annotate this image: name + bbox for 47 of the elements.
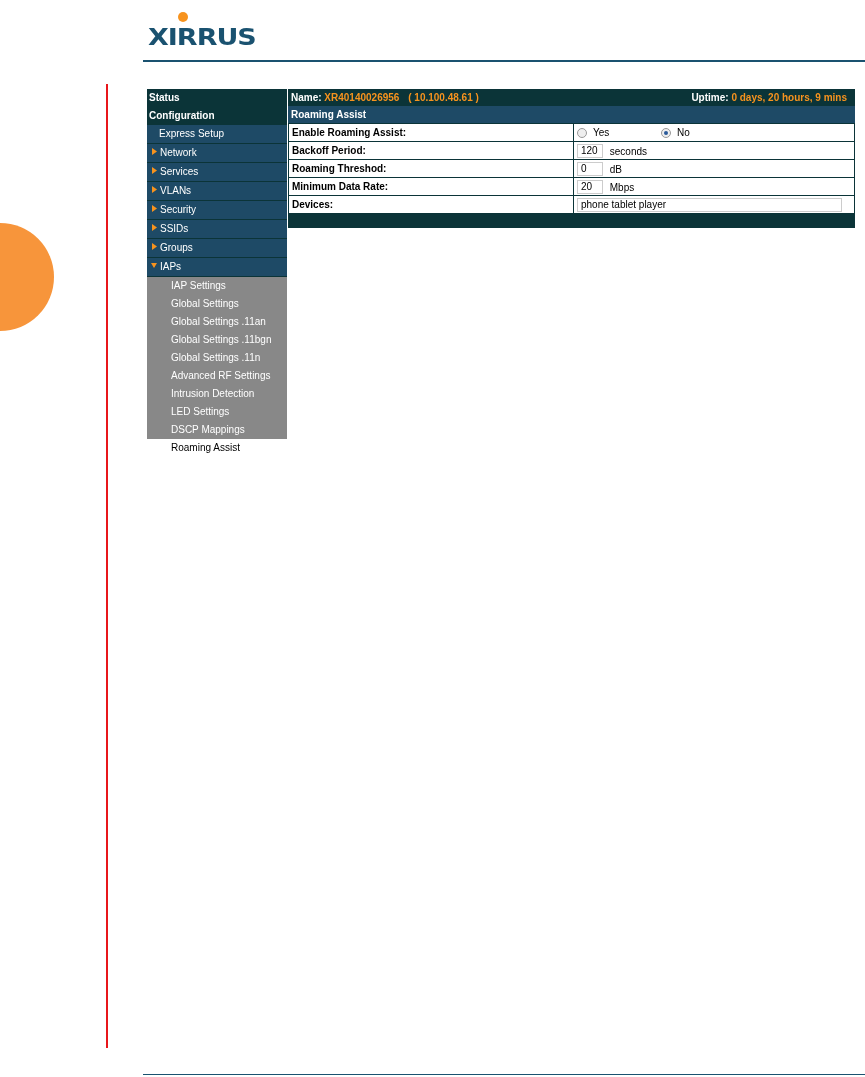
field-label: Roaming Threshod:	[288, 159, 574, 178]
logo-dot-icon	[178, 12, 188, 22]
caret-icon	[151, 185, 157, 193]
sidebar-item[interactable]: Intrusion Detection	[147, 385, 287, 403]
field-label: Minimum Data Rate:	[288, 177, 574, 196]
input-field[interactable]: 20	[577, 179, 603, 194]
sidebar-item[interactable]: Global Settings .11bgn	[147, 331, 287, 349]
caret-icon	[151, 204, 157, 212]
sidebar-item[interactable]: Global Settings	[147, 295, 287, 313]
section-title: Roaming Assist	[288, 106, 855, 123]
radio-label: No	[677, 127, 690, 138]
caret-icon	[151, 242, 157, 250]
sidebar-item[interactable]: SSIDs	[147, 220, 287, 239]
uptime-text: Uptime: 0 days, 20 hours, 9 mins	[691, 91, 847, 105]
sidebar-item[interactable]: Configuration	[147, 107, 287, 125]
caret-icon	[151, 166, 157, 174]
sidebar-item[interactable]: DSCP Mappings	[147, 421, 287, 439]
unit-label: Mbps	[609, 181, 635, 192]
radio-label: Yes	[593, 127, 610, 138]
field-label: Enable Roaming Assist:	[288, 123, 574, 142]
sidebar-item[interactable]: Express Setup	[147, 125, 287, 144]
unit-label: seconds	[609, 145, 648, 156]
input-field[interactable]: phone tablet player	[577, 197, 842, 212]
sidebar-item[interactable]: Services	[147, 163, 287, 182]
unit-label: dB	[609, 163, 622, 174]
sidebar-item[interactable]: Network	[147, 144, 287, 163]
field-label: Backoff Period:	[288, 141, 574, 160]
sidebar-item[interactable]: Advanced RF Settings	[147, 367, 287, 385]
field-label: Devices:	[288, 195, 574, 214]
device-name-text: Name: XR40140026956 ( 10.100.48.61 )	[291, 91, 479, 105]
sidebar-item[interactable]: IAPs	[147, 258, 287, 277]
sidebar-item[interactable]: Global Settings .11n	[147, 349, 287, 367]
input-field[interactable]: 120	[577, 143, 603, 158]
sidebar-item[interactable]: VLANs	[147, 182, 287, 201]
caret-icon	[151, 223, 157, 231]
sidebar-item[interactable]: Global Settings .11an	[147, 313, 287, 331]
caret-icon	[151, 261, 157, 269]
sidebar-item[interactable]: Status	[147, 89, 287, 107]
sidebar-item[interactable]: Security	[147, 201, 287, 220]
sidebar-item[interactable]: Groups	[147, 239, 287, 258]
radio-button[interactable]	[577, 127, 587, 138]
sidebar-item[interactable]: LED Settings	[147, 403, 287, 421]
input-field[interactable]: 0	[577, 161, 603, 176]
logo-text: XIRRUS	[148, 24, 256, 50]
sidebar-item[interactable]: IAP Settings	[147, 277, 287, 295]
caret-icon	[151, 147, 157, 155]
radio-button[interactable]	[661, 127, 671, 138]
